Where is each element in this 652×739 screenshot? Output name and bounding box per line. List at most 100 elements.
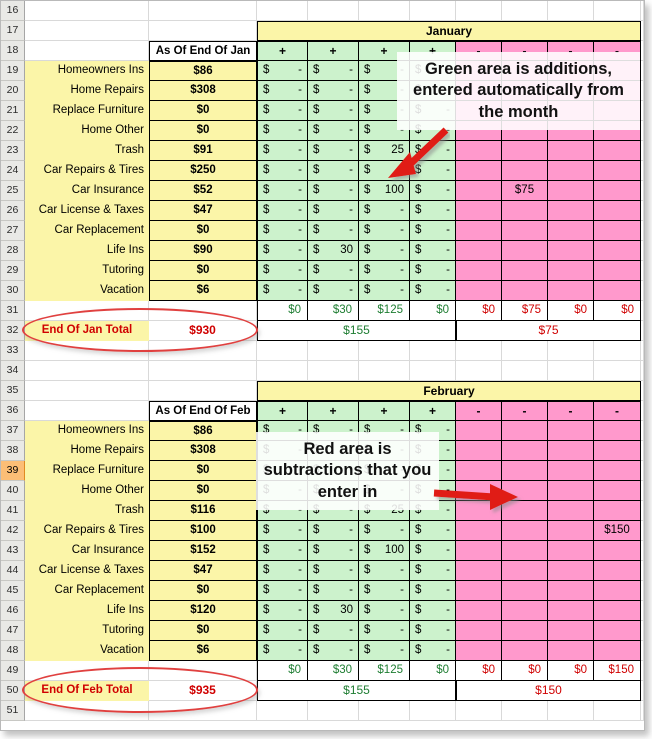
january-subtraction-cell-r22-c4[interactable] [594, 121, 641, 141]
row-header-32[interactable]: 32 [1, 321, 25, 341]
empty-cell[interactable] [594, 361, 641, 381]
january-subtraction-cell-r26-c1[interactable] [456, 201, 502, 221]
january-addition-cell-r21-c4[interactable]: $ - [410, 101, 456, 121]
january-addition-cell-r20-c3[interactable]: $ - [359, 81, 410, 101]
february-subtraction-cell-r43-c4[interactable] [594, 541, 641, 561]
january-addition-cell-r29-c2[interactable]: $ - [308, 261, 359, 281]
february-addition-cell-r42-c4[interactable]: $ - [410, 521, 456, 541]
february-subtraction-cell-r45-c2[interactable] [502, 581, 548, 601]
january-subtraction-cell-r23-c2[interactable] [502, 141, 548, 161]
january-subtraction-cell-r26-c3[interactable] [548, 201, 594, 221]
as-of-value-30[interactable]: $6 [149, 281, 257, 301]
january-subtraction-cell-r30-c1[interactable] [456, 281, 502, 301]
row-header-23[interactable]: 23 [1, 141, 25, 161]
january-addition-cell-r23-c3[interactable]: $25 [359, 141, 410, 161]
january-subtraction-cell-r23-c1[interactable] [456, 141, 502, 161]
february-addition-cell-r46-c2[interactable]: $30 [308, 601, 359, 621]
january-subtraction-cell-r25-c2[interactable]: $75 [502, 181, 548, 201]
as-of-value-26[interactable]: $47 [149, 201, 257, 221]
january-addition-cell-r26-c3[interactable]: $ - [359, 201, 410, 221]
february-subtraction-cell-r42-c3[interactable] [548, 521, 594, 541]
empty-cell[interactable] [25, 301, 149, 321]
empty-cell[interactable] [641, 81, 644, 101]
empty-cell[interactable] [641, 401, 644, 421]
february-addition-cell-r47-c2[interactable]: $ - [308, 621, 359, 641]
as-of-value-23[interactable]: $91 [149, 141, 257, 161]
february-addition-cell-r40-c2[interactable]: $ - [308, 481, 359, 501]
january-subtraction-cell-r29-c4[interactable] [594, 261, 641, 281]
row-header-25[interactable]: 25 [1, 181, 25, 201]
empty-cell[interactable] [641, 241, 644, 261]
january-addition-cell-r22-c2[interactable]: $ - [308, 121, 359, 141]
january-addition-cell-r25-c2[interactable]: $ - [308, 181, 359, 201]
empty-cell[interactable] [641, 701, 644, 721]
january-addition-cell-r19-c1[interactable]: $ - [257, 61, 308, 81]
empty-cell[interactable] [25, 361, 149, 381]
january-subtraction-cell-r19-c4[interactable] [594, 61, 641, 81]
row-header-28[interactable]: 28 [1, 241, 25, 261]
february-addition-cell-r41-c1[interactable]: $ - [257, 501, 308, 521]
empty-cell[interactable] [594, 701, 641, 721]
empty-cell[interactable] [25, 341, 149, 361]
empty-cell[interactable] [641, 141, 644, 161]
empty-cell[interactable] [548, 361, 594, 381]
february-addition-cell-r38-c3[interactable]: $ - [359, 441, 410, 461]
empty-cell[interactable] [641, 321, 644, 341]
february-subtraction-cell-r39-c4[interactable] [594, 461, 641, 481]
february-addition-cell-r44-c4[interactable]: $ - [410, 561, 456, 581]
january-subtraction-cell-r24-c1[interactable] [456, 161, 502, 181]
february-addition-cell-r47-c3[interactable]: $ - [359, 621, 410, 641]
january-subtraction-cell-r27-c1[interactable] [456, 221, 502, 241]
january-subtraction-cell-r24-c4[interactable] [594, 161, 641, 181]
as-of-value-46[interactable]: $120 [149, 601, 257, 621]
row-header-42[interactable]: 42 [1, 521, 25, 541]
empty-cell[interactable] [25, 1, 149, 21]
empty-cell[interactable] [359, 361, 410, 381]
empty-cell[interactable] [308, 1, 359, 21]
february-subtraction-cell-r38-c4[interactable] [594, 441, 641, 461]
row-header-46[interactable]: 46 [1, 601, 25, 621]
february-minus-header-1[interactable]: - [456, 401, 502, 421]
february-subtraction-cell-r43-c2[interactable] [502, 541, 548, 561]
empty-cell[interactable] [641, 181, 644, 201]
february-subtraction-cell-r39-c3[interactable] [548, 461, 594, 481]
february-plus-header-4[interactable]: + [410, 401, 456, 421]
february-subtraction-cell-r41-c2[interactable] [502, 501, 548, 521]
row-header-44[interactable]: 44 [1, 561, 25, 581]
empty-cell[interactable] [502, 701, 548, 721]
february-addition-cell-r38-c2[interactable]: $ - [308, 441, 359, 461]
empty-cell[interactable] [25, 41, 149, 61]
january-subtraction-cell-r23-c4[interactable] [594, 141, 641, 161]
empty-cell[interactable] [641, 521, 644, 541]
row-header-51[interactable]: 51 [1, 701, 25, 721]
empty-cell[interactable] [25, 401, 149, 421]
january-subtraction-cell-r21-c1[interactable] [456, 101, 502, 121]
february-subtraction-cell-r48-c4[interactable] [594, 641, 641, 661]
february-subtraction-cell-r47-c4[interactable] [594, 621, 641, 641]
row-header-43[interactable]: 43 [1, 541, 25, 561]
as-of-value-42[interactable]: $100 [149, 521, 257, 541]
january-addition-cell-r24-c4[interactable]: $ - [410, 161, 456, 181]
february-subtraction-cell-r37-c2[interactable] [502, 421, 548, 441]
january-addition-cell-r19-c4[interactable]: $ - [410, 61, 456, 81]
february-addition-cell-r47-c1[interactable]: $ - [257, 621, 308, 641]
january-addition-cell-r30-c4[interactable]: $ - [410, 281, 456, 301]
empty-cell[interactable] [149, 361, 257, 381]
empty-cell[interactable] [149, 301, 257, 321]
february-subtraction-cell-r40-c3[interactable] [548, 481, 594, 501]
february-subtraction-cell-r45-c3[interactable] [548, 581, 594, 601]
empty-cell[interactable] [641, 261, 644, 281]
january-plus-header-4[interactable]: + [410, 41, 456, 61]
february-minus-header-4[interactable]: - [594, 401, 641, 421]
february-addition-cell-r39-c4[interactable]: $ - [410, 461, 456, 481]
january-addition-cell-r28-c1[interactable]: $ - [257, 241, 308, 261]
january-addition-cell-r28-c3[interactable]: $ - [359, 241, 410, 261]
february-subtraction-cell-r38-c3[interactable] [548, 441, 594, 461]
february-addition-cell-r47-c4[interactable]: $ - [410, 621, 456, 641]
january-addition-cell-r22-c3[interactable]: $ - [359, 121, 410, 141]
january-addition-cell-r24-c1[interactable]: $ - [257, 161, 308, 181]
row-header-35[interactable]: 35 [1, 381, 25, 401]
january-addition-cell-r28-c2[interactable]: $30 [308, 241, 359, 261]
february-minus-header-3[interactable]: - [548, 401, 594, 421]
empty-cell[interactable] [308, 361, 359, 381]
